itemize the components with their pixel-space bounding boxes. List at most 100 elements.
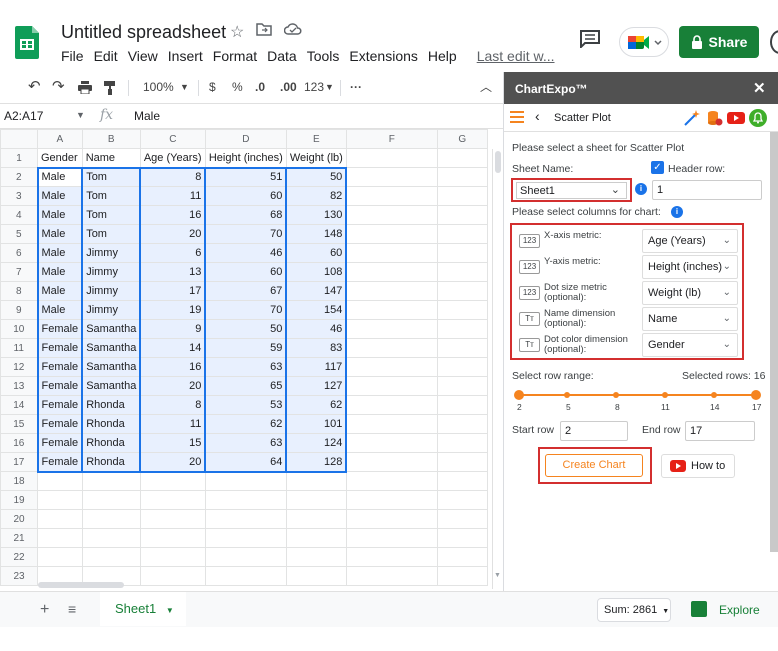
- info-icon[interactable]: i: [635, 183, 647, 195]
- table-cell[interactable]: Male: [36, 166, 84, 187]
- table-cell[interactable]: Male: [36, 205, 84, 225]
- table-cell[interactable]: [345, 452, 438, 472]
- table-cell[interactable]: Rhonda: [81, 452, 142, 473]
- table-cell[interactable]: 50: [204, 319, 288, 339]
- formula-input[interactable]: Male: [134, 109, 160, 123]
- table-cell[interactable]: [81, 490, 141, 510]
- column-header-b[interactable]: B: [81, 129, 141, 149]
- table-cell[interactable]: 63: [204, 433, 288, 453]
- table-cell[interactable]: [81, 547, 141, 567]
- table-cell[interactable]: Weight (lb): [285, 148, 347, 168]
- menu-extensions[interactable]: Extensions: [344, 48, 422, 64]
- menu-file[interactable]: File: [56, 48, 89, 64]
- row-header[interactable]: 10: [0, 319, 38, 339]
- percent-format-button[interactable]: %: [232, 80, 243, 94]
- menu-data[interactable]: Data: [262, 48, 302, 64]
- menu-view[interactable]: View: [123, 48, 163, 64]
- table-cell[interactable]: [436, 262, 488, 282]
- header-row-checkbox[interactable]: ✓: [651, 161, 664, 174]
- table-cell[interactable]: [139, 471, 206, 491]
- table-cell[interactable]: 101: [285, 414, 348, 434]
- table-cell[interactable]: Samantha: [81, 376, 142, 396]
- row-header[interactable]: 11: [0, 338, 38, 358]
- explore-button[interactable]: Explore: [683, 596, 778, 624]
- table-cell[interactable]: [139, 566, 206, 586]
- table-cell[interactable]: Male: [36, 281, 84, 301]
- meet-button[interactable]: [619, 27, 669, 57]
- table-cell[interactable]: 65: [204, 376, 288, 396]
- x-axis-metric-select[interactable]: Age (Years) ⌄: [642, 229, 738, 253]
- table-cell[interactable]: [37, 528, 83, 548]
- table-cell[interactable]: Age (Years): [139, 148, 206, 168]
- table-cell[interactable]: [345, 186, 438, 206]
- format-chevron-icon[interactable]: ▼: [325, 82, 334, 92]
- table-cell[interactable]: 128: [285, 452, 348, 473]
- table-cell[interactable]: Tom: [81, 224, 142, 244]
- table-cell[interactable]: 11: [139, 186, 207, 206]
- move-folder-icon[interactable]: [256, 22, 273, 42]
- table-cell[interactable]: [436, 167, 488, 187]
- table-cell[interactable]: [436, 547, 488, 567]
- add-sheet-icon[interactable]: +: [40, 601, 49, 619]
- spreadsheet-grid[interactable]: A B C D E F G 1 Gender Name Age (Years) Heig…: [0, 129, 492, 589]
- coins-icon[interactable]: [705, 109, 723, 127]
- decrease-decimal-button[interactable]: .0: [255, 80, 265, 94]
- table-cell[interactable]: 108: [285, 262, 348, 282]
- table-cell[interactable]: Female: [36, 338, 84, 358]
- magic-wand-icon[interactable]: [683, 109, 701, 127]
- row-header[interactable]: 18: [0, 471, 38, 491]
- table-cell[interactable]: Rhonda: [81, 414, 142, 434]
- table-cell[interactable]: [285, 528, 347, 548]
- comment-history-icon[interactable]: [580, 30, 600, 48]
- table-cell[interactable]: [436, 357, 488, 377]
- more-formats-button[interactable]: 123: [304, 80, 324, 94]
- table-cell[interactable]: [345, 281, 438, 301]
- menu-help[interactable]: Help: [423, 48, 462, 64]
- row-header[interactable]: 14: [0, 395, 38, 415]
- name-box-chevron-icon[interactable]: ▼: [76, 110, 85, 120]
- row-header[interactable]: 8: [0, 281, 38, 301]
- table-cell[interactable]: [436, 471, 488, 491]
- range-start-handle[interactable]: [514, 390, 524, 400]
- name-dimension-select[interactable]: Name ⌄: [642, 307, 738, 331]
- table-cell[interactable]: [436, 224, 488, 244]
- row-header[interactable]: 2: [0, 167, 38, 187]
- table-cell[interactable]: 8: [139, 395, 207, 415]
- table-cell[interactable]: 16: [139, 205, 207, 225]
- table-cell[interactable]: [345, 338, 438, 358]
- last-edit-link[interactable]: Last edit w...: [472, 48, 560, 64]
- collapse-toolbar-icon[interactable]: ︿: [480, 78, 492, 95]
- row-header[interactable]: 4: [0, 205, 38, 225]
- table-cell[interactable]: 53: [204, 395, 288, 415]
- table-cell[interactable]: [345, 148, 438, 168]
- column-header-d[interactable]: D: [204, 129, 287, 149]
- table-cell[interactable]: Male: [36, 243, 84, 263]
- table-cell[interactable]: 13: [139, 262, 207, 282]
- table-cell[interactable]: [37, 509, 83, 529]
- table-cell[interactable]: [37, 471, 83, 491]
- table-cell[interactable]: [37, 547, 83, 567]
- table-cell[interactable]: [436, 243, 488, 263]
- notification-bell-icon[interactable]: [749, 109, 767, 127]
- table-cell[interactable]: 148: [285, 224, 348, 244]
- table-cell[interactable]: [204, 547, 287, 567]
- horizontal-scrollbar-thumb[interactable]: [38, 582, 124, 588]
- column-header-c[interactable]: C: [139, 129, 206, 149]
- row-range-slider[interactable]: [514, 390, 761, 400]
- menu-tools[interactable]: Tools: [302, 48, 345, 64]
- row-header[interactable]: 21: [0, 528, 38, 548]
- table-cell[interactable]: [81, 509, 141, 529]
- how-to-button[interactable]: How to: [661, 454, 735, 478]
- table-cell[interactable]: 20: [139, 224, 207, 244]
- table-cell[interactable]: 59: [204, 338, 288, 358]
- row-header[interactable]: 15: [0, 414, 38, 434]
- table-cell[interactable]: [436, 205, 488, 225]
- table-cell[interactable]: [139, 547, 206, 567]
- table-cell[interactable]: 127: [285, 376, 348, 396]
- table-cell[interactable]: [204, 471, 287, 491]
- sheet-table[interactable]: A B C D E F G 1 Gender Name Age (Years) Heig…: [0, 129, 488, 586]
- table-cell[interactable]: Female: [36, 357, 84, 377]
- table-cell[interactable]: Samantha: [81, 357, 142, 377]
- document-title[interactable]: Untitled spreadsheet: [61, 22, 226, 43]
- table-cell[interactable]: Samantha: [81, 338, 142, 358]
